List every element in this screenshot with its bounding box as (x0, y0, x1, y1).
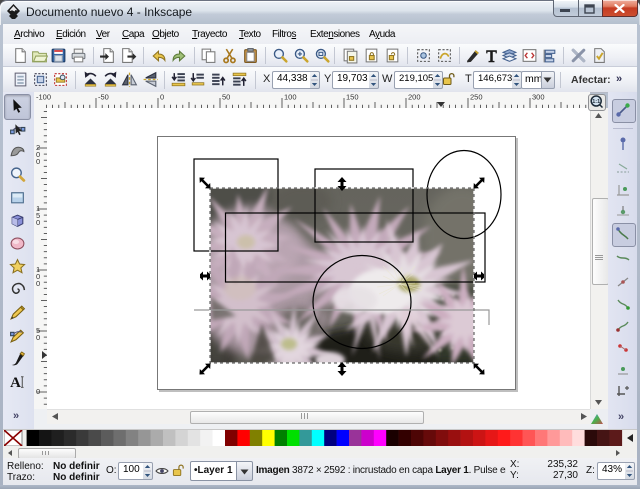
svg-text:150: 150 (346, 93, 359, 102)
svg-text:0: 0 (36, 387, 40, 396)
svg-text:A: A (10, 375, 21, 390)
svg-text:200: 200 (408, 93, 421, 102)
svg-text:-50: -50 (98, 93, 109, 102)
svg-text:100: 100 (284, 93, 297, 102)
svg-text:250: 250 (470, 93, 483, 102)
svg-text:0: 0 (36, 279, 40, 288)
svg-text:0: 0 (160, 93, 164, 102)
svg-text:0: 0 (36, 333, 40, 342)
svg-text:0: 0 (36, 218, 40, 227)
svg-text:300: 300 (532, 93, 545, 102)
svg-text:50: 50 (222, 93, 230, 102)
svg-text:-100: -100 (36, 93, 51, 102)
svg-text:0: 0 (36, 157, 40, 166)
svg-text:1:1: 1:1 (592, 99, 600, 105)
